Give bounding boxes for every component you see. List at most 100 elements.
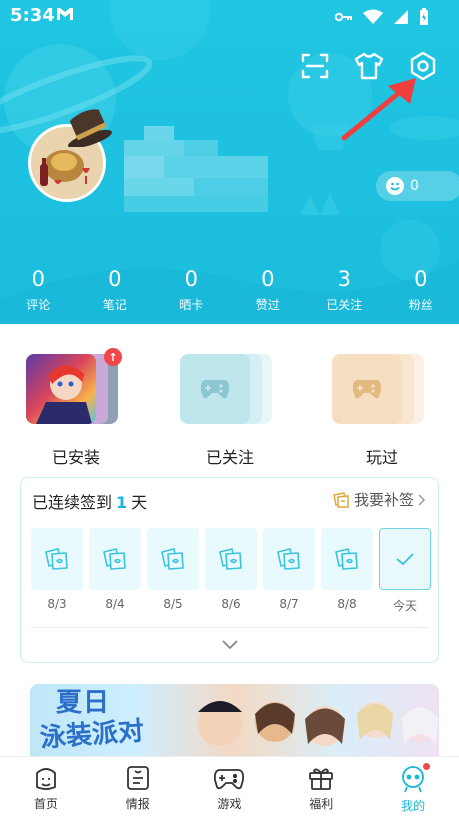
status-time: 5:34 — [10, 5, 55, 26]
checkin-days: 8/3 8/4 8/5 8/6 8/7 8/8 今天 — [31, 528, 431, 614]
stat-value: 0 — [108, 267, 122, 291]
key-icon — [335, 12, 352, 22]
chevron-down-icon — [222, 640, 238, 650]
gamepad-nav-icon — [214, 769, 245, 790]
checkin-day[interactable]: 8/6 — [205, 528, 257, 614]
stat-following[interactable]: 3 已关注 — [306, 266, 383, 313]
stat-liked[interactable]: 0 赞过 — [230, 266, 307, 313]
day-label: 8/4 — [105, 597, 125, 611]
nav-label: 情报 — [125, 797, 150, 811]
likes-count: 0 — [410, 178, 419, 194]
stat-label: 笔记 — [102, 298, 127, 312]
arrow-annotation-icon — [341, 78, 416, 141]
profile-header: 5:34 0 0 评论 0 笔记 0 晒卡 0 赞过 3 已关注 0 粉丝 — [0, 0, 459, 324]
nav-mine[interactable]: 我的 — [367, 757, 459, 816]
stats-row: 0 评论 0 笔记 0 晒卡 0 赞过 3 已关注 0 粉丝 — [0, 266, 459, 313]
nav-welfare[interactable]: 福利 — [275, 757, 367, 816]
scan-button[interactable] — [299, 50, 331, 82]
smiley-icon — [386, 177, 404, 195]
checkin-day[interactable]: 8/3 — [31, 528, 83, 614]
nav-label: 游戏 — [217, 797, 242, 811]
day-box — [31, 528, 83, 590]
followed-stack — [180, 354, 280, 434]
makeup-label: 我要补签 — [353, 491, 414, 509]
profile-screen: 5:34 0 0 评论 0 笔记 0 晒卡 0 赞过 3 已关注 0 粉丝 ↑ … — [0, 0, 459, 816]
installed-stack: ↑ — [26, 348, 126, 434]
day-label: 8/8 — [337, 597, 357, 611]
day-label: 8/7 — [279, 597, 299, 611]
shelf-played[interactable]: 玩过 — [322, 340, 442, 468]
day-box — [263, 528, 315, 590]
notification-dot — [422, 763, 430, 770]
stat-label: 晒卡 — [179, 298, 204, 312]
stat-label: 赞过 — [255, 298, 280, 312]
shelf-label: 玩过 — [365, 448, 398, 467]
day-label: 8/5 — [163, 597, 183, 611]
avatar[interactable] — [28, 109, 112, 202]
banner-title: 夏日 — [56, 688, 111, 718]
stat-value: 0 — [414, 267, 428, 291]
status-icons — [335, 8, 429, 26]
cards-icon — [161, 548, 184, 570]
scan-icon — [301, 53, 329, 79]
cards-icon — [45, 548, 68, 570]
checkin-title-suffix: 天 — [131, 493, 148, 512]
divider — [31, 627, 428, 628]
nav-news[interactable]: 情报 — [92, 757, 184, 816]
placeholder-card — [180, 354, 250, 424]
stat-value: 0 — [31, 267, 45, 291]
signal-icon — [394, 10, 408, 24]
stat-value: 0 — [261, 267, 275, 291]
gift-icon — [309, 768, 334, 790]
top-hat-icon — [68, 109, 112, 147]
likes-pill[interactable]: 0 — [376, 171, 459, 201]
stat-notes[interactable]: 0 笔记 — [77, 266, 154, 313]
gamepad-icon — [352, 380, 382, 399]
checkin-card: 已连续签到 1 天 我要补签 8/3 8/4 8/5 8/6 8/7 8/8 今… — [20, 477, 439, 663]
shelf-followed[interactable]: 已关注 — [170, 340, 290, 468]
game-cover — [26, 354, 96, 424]
stat-fans[interactable]: 0 粉丝 — [383, 266, 459, 313]
news-icon — [126, 766, 149, 790]
game-cover-art-icon — [36, 365, 92, 424]
stat-label: 评论 — [26, 298, 51, 312]
day-box — [89, 528, 141, 590]
gamepad-icon — [200, 380, 230, 399]
battery-icon — [420, 8, 428, 25]
checkin-title: 已连续签到 1 天 — [32, 489, 147, 513]
shelf-installed[interactable]: ↑ 已安装 — [16, 340, 136, 468]
checkin-day[interactable]: 8/7 — [263, 528, 315, 614]
update-badge-icon: ↑ — [104, 348, 122, 366]
wifi-icon — [363, 9, 383, 24]
bottom-nav: 首页 情报 游戏 福利 我的 — [0, 756, 459, 816]
gmail-icon — [57, 8, 73, 20]
makeup-checkin-link[interactable]: 我要补签 — [332, 489, 426, 510]
nav-label: 首页 — [33, 797, 58, 811]
mine-icon — [402, 766, 424, 793]
nav-home[interactable]: 首页 — [0, 757, 92, 816]
ticket-icon — [333, 491, 349, 508]
home-icon — [35, 768, 56, 790]
chevron-right-icon — [418, 493, 426, 506]
placeholder-card — [332, 354, 402, 424]
stat-comments[interactable]: 0 评论 — [0, 266, 77, 313]
day-label: 今天 — [392, 599, 417, 613]
promo-banner[interactable]: 夏日 泳装派对 — [30, 684, 439, 756]
stat-value: 0 — [184, 267, 198, 291]
stat-cards[interactable]: 0 晒卡 — [153, 266, 230, 313]
day-label: 8/3 — [47, 597, 67, 611]
checkin-day[interactable]: 8/4 — [89, 528, 141, 614]
game-shelves: ↑ 已安装 已关注 玩过 — [0, 340, 459, 470]
shelf-label: 已安装 — [51, 448, 100, 467]
day-label: 8/6 — [221, 597, 241, 611]
cards-icon — [103, 548, 126, 570]
checkin-day[interactable]: 8/5 — [147, 528, 199, 614]
expand-button[interactable] — [221, 636, 239, 655]
stat-label: 已关注 — [326, 298, 363, 312]
shelf-label: 已关注 — [205, 448, 254, 467]
checkin-day[interactable]: 8/8 — [321, 528, 373, 614]
nav-games[interactable]: 游戏 — [184, 757, 276, 816]
checkin-day-today[interactable]: 今天 — [379, 528, 431, 614]
username-blurred — [124, 126, 268, 212]
day-box — [147, 528, 199, 590]
